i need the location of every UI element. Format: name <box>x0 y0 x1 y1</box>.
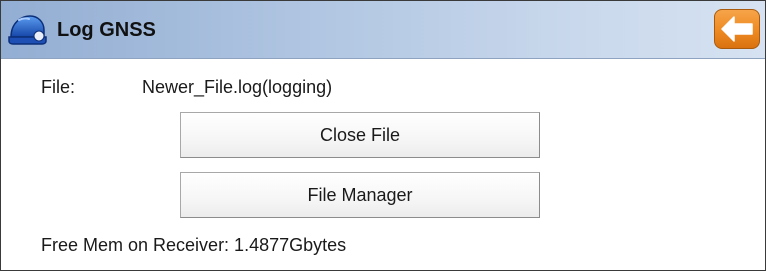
arrow-left-icon <box>721 16 753 42</box>
file-label: File: <box>41 77 76 97</box>
log-gnss-window: Log GNSS File: Newer_File.log(logging) C… <box>0 0 766 271</box>
free-memory-status: Free Mem on Receiver: 1.4877Gbytes <box>41 235 347 255</box>
title-bar: Log GNSS <box>1 1 765 59</box>
file-manager-button[interactable]: File Manager <box>180 172 540 218</box>
back-button[interactable] <box>714 9 760 49</box>
close-file-button[interactable]: Close File <box>180 112 540 158</box>
file-name-value: Newer_File.log(logging) <box>142 77 333 97</box>
window-title: Log GNSS <box>57 19 156 41</box>
helmet-icon <box>8 15 47 45</box>
